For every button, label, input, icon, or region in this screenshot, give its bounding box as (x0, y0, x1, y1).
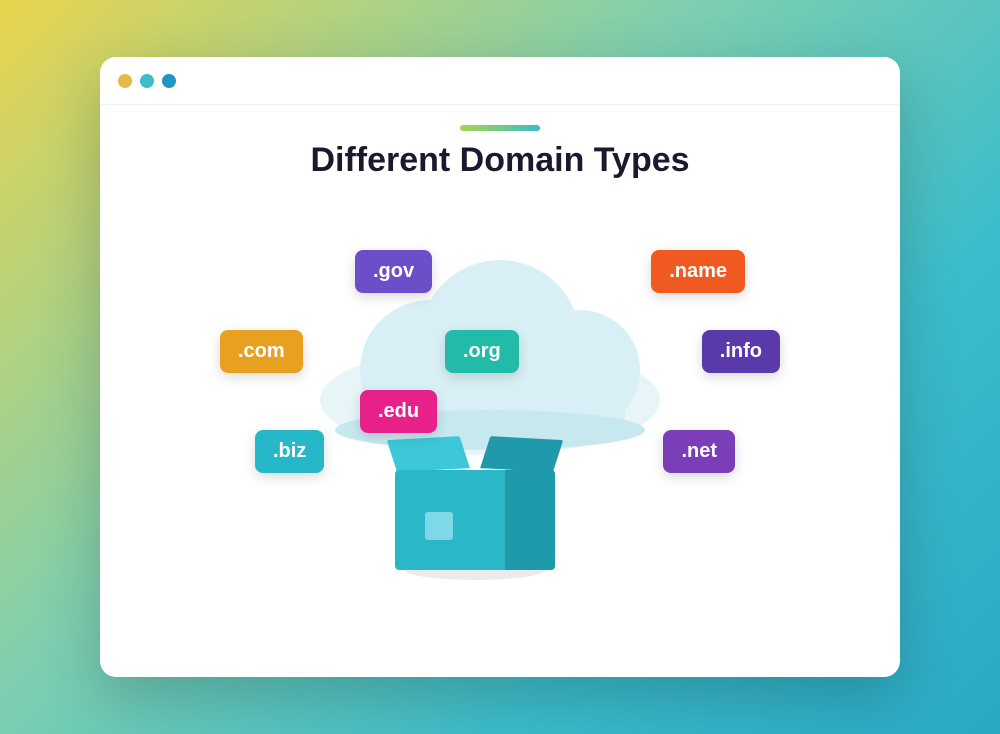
badge-com: .com (220, 330, 303, 373)
badge-info: .info (702, 330, 780, 373)
badge-biz: .biz (255, 430, 324, 473)
content-area: Different Domain Types (100, 105, 900, 677)
box-flap-right (480, 436, 563, 472)
open-box (395, 440, 555, 570)
box-body (395, 470, 555, 570)
page-title: Different Domain Types (310, 141, 689, 180)
titlebar (100, 57, 900, 105)
browser-window: Different Domain Types (100, 57, 900, 677)
window-dot-minimize[interactable] (140, 74, 154, 88)
box-body-side (505, 470, 555, 570)
badge-net: .net (663, 430, 735, 473)
box-flap-left (387, 436, 470, 472)
illustration: .com .gov .name .org .edu .info .biz .ne… (200, 200, 800, 620)
badge-org: .org (445, 330, 519, 373)
accent-bar (460, 125, 540, 131)
window-dot-maximize[interactable] (162, 74, 176, 88)
window-dot-close[interactable] (118, 74, 132, 88)
badge-edu: .edu (360, 390, 437, 433)
box-tab (425, 512, 453, 540)
badge-gov: .gov (355, 250, 432, 293)
badge-name: .name (651, 250, 745, 293)
